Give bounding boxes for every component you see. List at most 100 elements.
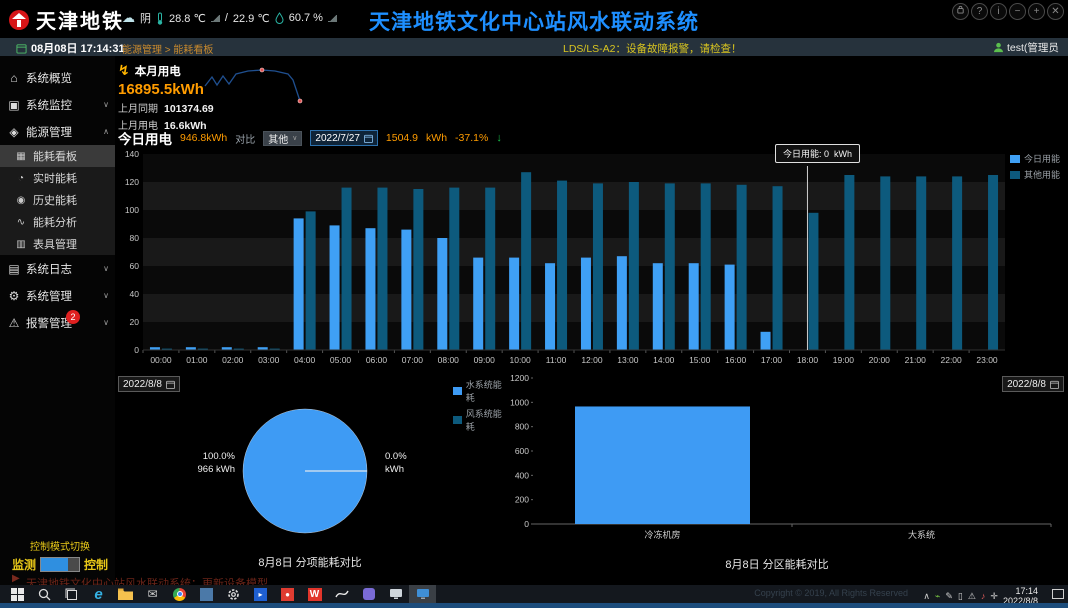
legend-item-water[interactable]: 水系统能耗: [453, 378, 505, 404]
start-button[interactable]: [4, 585, 31, 603]
task-view-icon[interactable]: [58, 585, 85, 603]
chevron-down-icon: ∨: [103, 318, 109, 327]
tray-pen-icon[interactable]: ✎: [945, 591, 953, 602]
compare-unit: kWh: [426, 132, 447, 144]
window-controls: ? i − + ✕: [952, 3, 1064, 20]
maximize-icon[interactable]: +: [1028, 3, 1045, 20]
svg-text:1200: 1200: [510, 373, 529, 383]
sidebar-item-energy-analysis[interactable]: ∿ 能耗分析: [0, 211, 115, 233]
legend-swatch: [453, 387, 462, 395]
sidebar-item-history-energy[interactable]: ◉ 历史能耗: [0, 189, 115, 211]
zone-date-input[interactable]: 2022/8/8: [1002, 376, 1064, 392]
ie-icon[interactable]: e: [85, 585, 112, 603]
tray-chevron-up-icon[interactable]: ∧: [923, 591, 930, 602]
settings-gear-icon[interactable]: [220, 585, 247, 603]
legend-label: 其他用能: [1024, 168, 1060, 181]
tray-usb-icon[interactable]: ⌁: [935, 591, 940, 602]
svg-text:00:00: 00:00: [150, 355, 172, 365]
svg-text:04:00: 04:00: [294, 355, 316, 365]
windows-taskbar: Copyright © 2019, All Rights Reserved e …: [0, 585, 1068, 608]
delta-percent: -37.1%: [455, 132, 488, 144]
app-red-icon[interactable]: ●: [274, 585, 301, 603]
minimize-icon[interactable]: −: [1009, 3, 1026, 20]
chrome-icon[interactable]: [166, 585, 193, 603]
chevron-down-icon: ∨: [292, 134, 297, 142]
sidebar-item-energy-dashboard[interactable]: ▦ 能耗看板: [0, 145, 115, 167]
notification-center-icon[interactable]: [1052, 589, 1064, 599]
svg-text:16:00: 16:00: [725, 355, 747, 365]
trend-down-icon: ↓: [496, 132, 502, 144]
wps-icon[interactable]: W: [301, 585, 328, 603]
zone-bar-chart[interactable]: 020040060080010001200冷冻机房大系统: [503, 372, 1061, 554]
svg-text:02:00: 02:00: [222, 355, 244, 365]
pie-date-input[interactable]: 2022/8/8: [118, 376, 180, 392]
today-usage-chart[interactable]: 02040608010012014000:0001:0002:0003:0004…: [117, 144, 1065, 378]
legend-swatch: [453, 416, 462, 424]
sidebar-item-alarm-management[interactable]: ⚠ 报警管理 2 ∨: [0, 309, 115, 336]
svg-text:大系统: 大系统: [908, 529, 935, 540]
close-icon[interactable]: ✕: [1047, 3, 1064, 20]
remote-app-icon[interactable]: [382, 585, 409, 603]
tray-volume-muted-icon[interactable]: ♪: [981, 591, 986, 601]
help-icon[interactable]: ?: [971, 3, 988, 20]
svg-text:14:00: 14:00: [653, 355, 675, 365]
tray-network-warning-icon[interactable]: ⚠: [968, 591, 976, 602]
svg-text:13:00: 13:00: [617, 355, 639, 365]
legend-item-other[interactable]: 其他用能: [1010, 168, 1060, 181]
svg-text:15:00: 15:00: [689, 355, 711, 365]
alert-message[interactable]: LDS/LS-A2：设备故障报警，请检查！: [563, 41, 742, 56]
zone-energy-panel: 2022/8/8 020040060080010001200冷冻机房大系统 8月…: [503, 372, 1068, 574]
mail-app-icon[interactable]: ✉: [139, 585, 166, 603]
sidebar-item-system-management[interactable]: ⚙ 系统管理 ∨: [0, 282, 115, 309]
legend-item-today[interactable]: 今日用能: [1010, 152, 1060, 165]
top-bar: 天津地铁 ☁ 阴 28.8 ℃ / 22.9 ℃ 60.7 % 天津地铁文化中心…: [0, 0, 1068, 38]
svg-text:100: 100: [125, 205, 139, 215]
app-root: 天津地铁 ☁ 阴 28.8 ℃ / 22.9 ℃ 60.7 % 天津地铁文化中心…: [0, 0, 1068, 608]
svg-text:120: 120: [125, 177, 139, 187]
tray-battery-icon[interactable]: ▯: [958, 591, 963, 602]
control-mode-toggle[interactable]: [40, 557, 80, 572]
page-title: 天津地铁文化中心站风水联动系统: [0, 6, 1068, 36]
hourly-bar-chart[interactable]: 02040608010012014000:0001:0002:0003:0004…: [117, 144, 1065, 378]
calendar-clock-icon: [16, 43, 27, 54]
user-info[interactable]: test(管理员: [993, 40, 1068, 55]
monitor-icon: ▣: [6, 98, 22, 112]
lock-icon[interactable]: [952, 3, 969, 20]
sidebar-item-system-log[interactable]: ▤ 系统日志 ∨: [0, 255, 115, 282]
sidebar-item-label: 系统管理: [26, 288, 72, 304]
sidebar-item-energy-management[interactable]: ◈ 能源管理 ∧: [0, 118, 115, 145]
sidebar-item-system-overview[interactable]: ⌂ 系统概览: [0, 64, 115, 91]
svg-text:800: 800: [515, 422, 529, 432]
history-icon: ◉: [14, 195, 28, 206]
taskbar-icons: e ✉ ▸ ● W: [4, 585, 436, 603]
subsystem-energy-panel: 2022/8/8 水系统能耗 风系统能耗 100.0% 966 kWh 0.0%: [115, 374, 505, 572]
taskbar-bottom-strip: [0, 603, 1068, 608]
gear-icon: ⚙: [6, 289, 22, 303]
draw-app-icon[interactable]: [328, 585, 355, 603]
calendar-icon: [364, 134, 373, 143]
tray-magnifier-icon[interactable]: ✛: [990, 591, 998, 602]
svg-text:1000: 1000: [510, 397, 529, 407]
sidebar-item-realtime-energy[interactable]: ◔ 实时能耗: [0, 167, 115, 189]
movies-app-icon[interactable]: ▸: [247, 585, 274, 603]
app-blue-icon[interactable]: [193, 585, 220, 603]
datetime-display: 08月08日 17:14:31: [16, 40, 125, 56]
svg-text:17:00: 17:00: [761, 355, 783, 365]
svg-text:05:00: 05:00: [330, 355, 352, 365]
app-purple-icon[interactable]: [355, 585, 382, 603]
file-explorer-icon[interactable]: [112, 585, 139, 603]
sidebar-item-system-monitor[interactable]: ▣ 系统监控 ∨: [0, 91, 115, 118]
submenu-label: 实时能耗: [33, 170, 77, 186]
legend-item-air[interactable]: 风系统能耗: [453, 407, 505, 433]
alarm-count-badge: 2: [66, 310, 80, 324]
info-icon[interactable]: i: [990, 3, 1007, 20]
station-app-icon[interactable]: [409, 585, 436, 603]
sidebar-item-meter-management[interactable]: ▥ 表具管理: [0, 233, 115, 255]
monitor-mode-label: 监测: [12, 556, 36, 573]
subsystem-pie-chart[interactable]: [240, 406, 370, 536]
svg-text:09:00: 09:00: [474, 355, 496, 365]
svg-text:40: 40: [130, 289, 140, 299]
search-icon[interactable]: [31, 585, 58, 603]
copyright-text: Copyright © 2019, All Rights Reserved: [754, 588, 908, 598]
svg-text:140: 140: [125, 149, 139, 159]
